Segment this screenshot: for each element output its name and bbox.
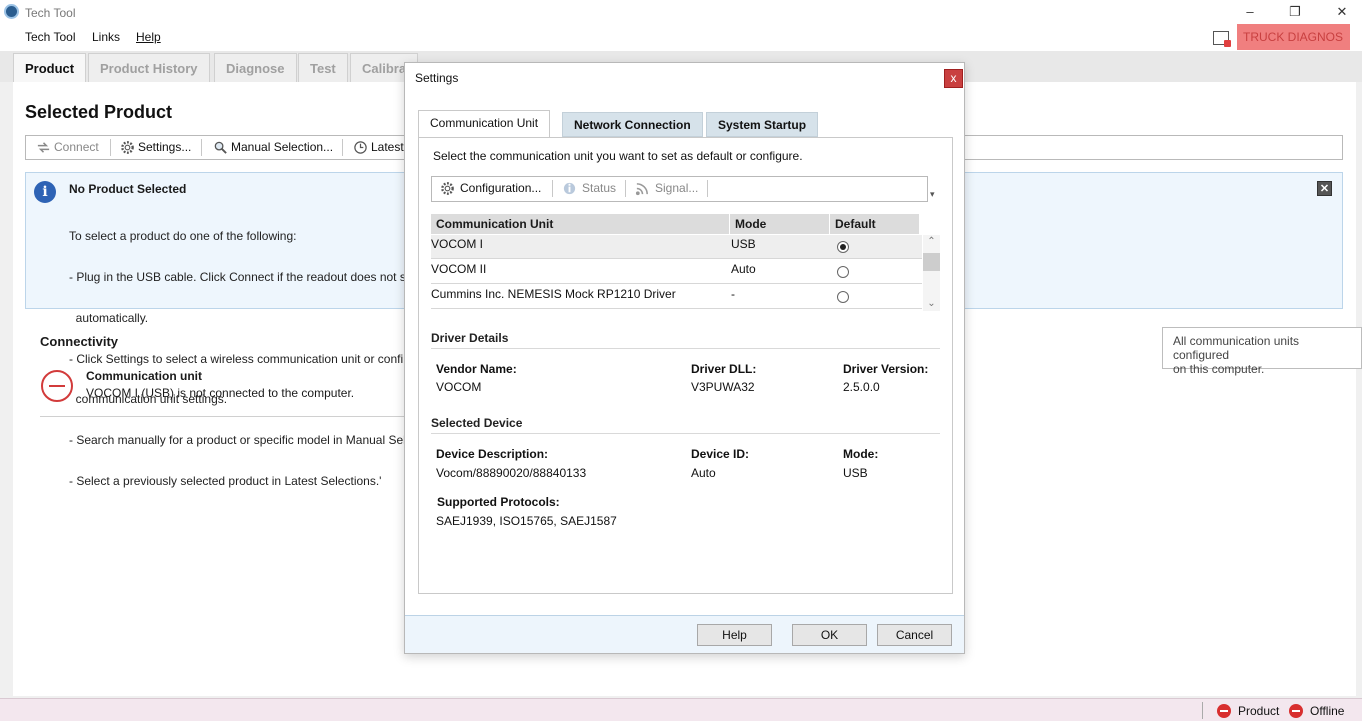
menu-help[interactable]: Help xyxy=(136,30,161,44)
device-id-value: Auto xyxy=(691,466,716,480)
communication-unit-status: VOCOM I (USB) is not connected to the co… xyxy=(86,386,355,400)
column-header-mode[interactable]: Mode xyxy=(730,214,829,234)
truck-diagnos-button[interactable]: TRUCK DIAGNOS xyxy=(1237,24,1350,50)
latest-selections-button[interactable]: Latest xyxy=(349,136,404,159)
menu-links[interactable]: Links xyxy=(92,30,120,44)
unit-toolbar: Configuration... Status Signal... xyxy=(431,176,928,202)
tab-product-history[interactable]: Product History xyxy=(88,53,210,82)
table-row[interactable]: VOCOM I USB xyxy=(431,235,922,259)
toolbar-overflow-icon[interactable]: ▾ xyxy=(930,190,938,199)
tab-test[interactable]: Test xyxy=(298,53,348,82)
settings-button[interactable]: Settings... xyxy=(116,136,191,159)
signal-button[interactable]: Signal... xyxy=(627,177,698,200)
dialog-close-button[interactable]: x xyxy=(944,69,963,88)
table-row[interactable]: VOCOM II Auto xyxy=(431,260,922,284)
driver-dll-value: V3PUWA32 xyxy=(691,380,755,394)
dialog-intro-text: Select the communication unit you want t… xyxy=(433,149,803,163)
driver-dll-label: Driver DLL: xyxy=(691,362,757,376)
column-header-unit[interactable]: Communication Unit xyxy=(431,214,729,234)
info-icon: i xyxy=(34,181,56,203)
connect-icon xyxy=(37,142,50,153)
magnifier-icon xyxy=(214,141,227,154)
info-icon xyxy=(563,182,576,195)
default-radio[interactable] xyxy=(837,291,849,303)
dialog-title: Settings xyxy=(415,71,459,85)
scroll-up-icon[interactable]: ⌃ xyxy=(926,236,937,247)
restore-icon[interactable]: ❐ xyxy=(1285,3,1305,21)
device-mode-value: USB xyxy=(843,466,868,480)
close-icon[interactable]: ✕ xyxy=(1332,3,1352,21)
supported-protocols-value: SAEJ1939, ISO15765, SAEJ1587 xyxy=(436,514,617,528)
clock-icon xyxy=(354,141,367,154)
minimize-icon[interactable]: – xyxy=(1240,3,1260,21)
title-bar: Tech Tool – ❐ ✕ xyxy=(0,0,1362,25)
tab-diagnose[interactable]: Diagnose xyxy=(214,53,297,82)
signal-icon xyxy=(635,183,648,196)
page-title: Selected Product xyxy=(25,102,173,122)
table-row[interactable]: Cummins Inc. NEMESIS Mock RP1210 Driver … xyxy=(431,285,922,309)
info-instructions: To select a product do one of the follow… xyxy=(69,229,406,488)
default-radio[interactable] xyxy=(837,241,849,253)
settings-dialog: Settings x Communication Unit Network Co… xyxy=(404,62,965,654)
driver-version-label: Driver Version: xyxy=(843,362,929,376)
device-mode-label: Mode: xyxy=(843,447,879,461)
tab-network-connection[interactable]: Network Connection xyxy=(562,112,703,137)
cancel-button[interactable]: Cancel xyxy=(877,624,952,646)
vendor-name-label: Vendor Name: xyxy=(436,362,517,376)
app-logo-icon xyxy=(4,4,19,19)
communication-unit-panel: Select the communication unit you want t… xyxy=(418,137,953,594)
device-description-value: Vocom/88890020/88840133 xyxy=(436,466,587,480)
status-bar: Product Offline xyxy=(0,698,1362,721)
communication-unit-table: Communication Unit Mode Default VOCOM I … xyxy=(431,214,941,311)
tab-communication-unit[interactable]: Communication Unit xyxy=(418,110,551,137)
supported-protocols-label: Supported Protocols: xyxy=(437,495,560,509)
manual-selection-button[interactable]: Manual Selection... xyxy=(209,136,333,159)
info-title: No Product Selected xyxy=(69,182,187,196)
scroll-down-icon[interactable]: ⌄ xyxy=(926,298,937,309)
ok-button[interactable]: OK xyxy=(792,624,867,646)
offline-status-icon xyxy=(1289,704,1303,718)
device-id-label: Device ID: xyxy=(691,447,750,461)
dialog-footer: Help OK Cancel xyxy=(405,615,964,653)
menu-bar: Tech Tool Links Help xyxy=(0,25,1362,51)
close-info-button[interactable]: ✕ xyxy=(1317,181,1332,196)
device-description-label: Device Description: xyxy=(436,447,549,461)
driver-version-value: 2.5.0.0 xyxy=(843,380,880,394)
not-connected-icon xyxy=(41,370,73,402)
selected-device-title: Selected Device xyxy=(431,416,523,430)
product-status-label: Product xyxy=(1238,704,1280,718)
tab-product[interactable]: Product xyxy=(13,53,87,82)
tooltip: All communication units configured on th… xyxy=(1162,327,1362,376)
product-status-icon xyxy=(1217,704,1231,718)
help-button[interactable]: Help xyxy=(697,624,772,646)
offline-status-label: Offline xyxy=(1310,704,1345,718)
connect-button[interactable]: Connect xyxy=(32,136,99,159)
divider xyxy=(40,416,410,417)
driver-details-title: Driver Details xyxy=(431,331,509,345)
configuration-button[interactable]: Configuration... xyxy=(432,177,541,200)
status-button[interactable]: Status xyxy=(554,177,616,200)
notification-flag-icon[interactable] xyxy=(1213,31,1231,47)
column-header-default[interactable]: Default xyxy=(830,214,919,234)
gear-icon xyxy=(441,182,454,195)
vendor-name-value: VOCOM xyxy=(436,380,482,394)
communication-unit-title: Communication unit xyxy=(86,369,202,383)
menu-tech-tool[interactable]: Tech Tool xyxy=(25,30,75,44)
tab-system-startup[interactable]: System Startup xyxy=(706,112,819,137)
gear-icon xyxy=(121,141,134,154)
window-title: Tech Tool xyxy=(25,6,76,20)
connectivity-title: Connectivity xyxy=(40,334,119,349)
scrollbar-thumb[interactable] xyxy=(923,253,940,271)
default-radio[interactable] xyxy=(837,266,849,278)
